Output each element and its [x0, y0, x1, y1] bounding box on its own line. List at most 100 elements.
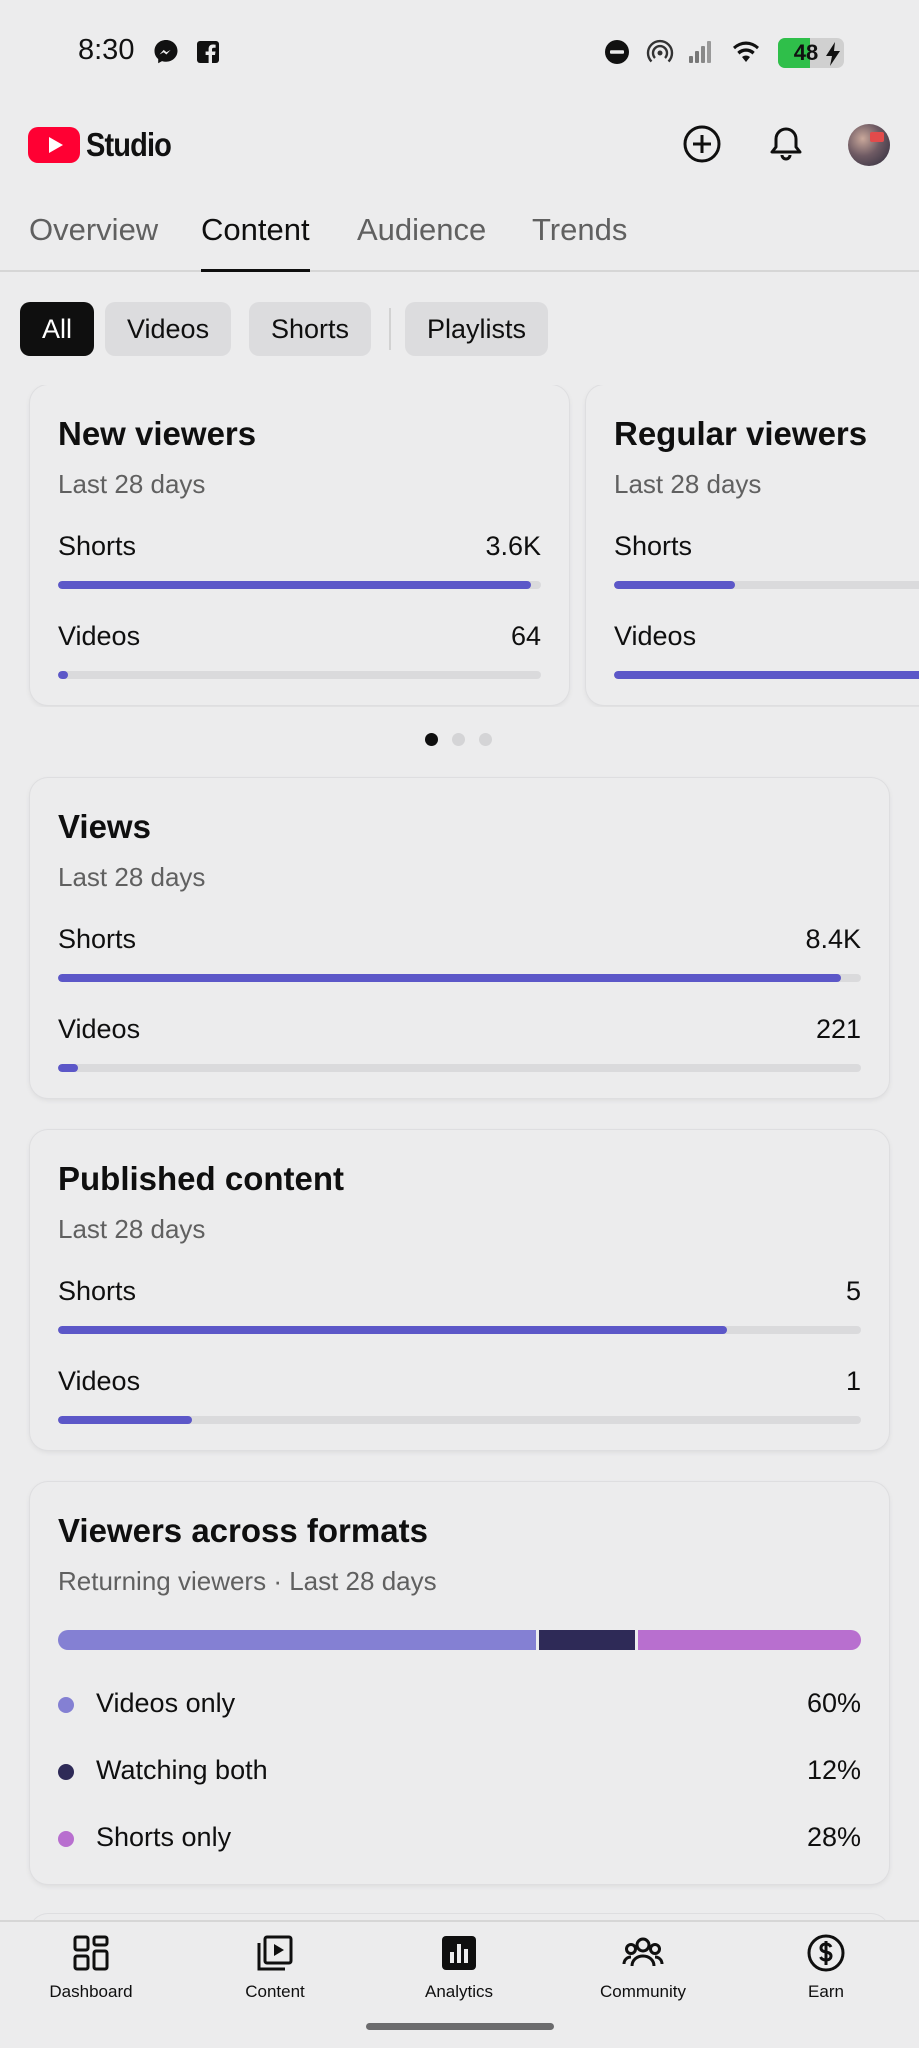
row-label-videos: Videos	[614, 621, 697, 651]
tab-content[interactable]: Content	[201, 212, 310, 272]
card-subtitle: Last 28 days	[58, 1214, 206, 1244]
row-value-shorts: 8.4K	[805, 924, 861, 954]
content-icon	[257, 1935, 293, 1971]
messenger-icon	[154, 40, 178, 64]
create-button[interactable]	[680, 122, 724, 166]
bell-icon	[770, 127, 802, 161]
card-subtitle: Last 28 days	[58, 862, 206, 892]
shorts-bar-fill	[58, 1326, 727, 1334]
videos-bar-fill	[58, 671, 68, 679]
chip-divider	[389, 308, 391, 350]
notifications-button[interactable]	[764, 122, 808, 166]
regular-viewers-card[interactable]: Regular viewers Last 28 days Shorts Vide…	[586, 385, 919, 705]
legend-label: Shorts only	[96, 1822, 232, 1852]
legend-value: 12%	[806, 1755, 861, 1785]
carousel-dot-3[interactable]	[479, 733, 492, 746]
chip-videos[interactable]: Videos	[105, 302, 232, 356]
segment-shorts-only	[637, 1630, 861, 1650]
nav-label: Content	[245, 1982, 305, 2001]
card-title: New viewers	[58, 415, 257, 452]
card-title: Published content	[58, 1160, 345, 1197]
chip-playlists[interactable]: Playlists	[405, 302, 549, 356]
legend-label: Videos only	[96, 1688, 236, 1718]
card-subtitle: Returning viewers · Last 28 days	[58, 1566, 437, 1596]
studio-logo[interactable]: Studio	[28, 126, 183, 164]
row-label-shorts: Shorts	[58, 531, 137, 561]
nav-label: Analytics	[424, 1982, 494, 2001]
format-split-bar	[58, 1630, 861, 1650]
legend-dot	[58, 1764, 74, 1780]
nav-label: Earn	[808, 1982, 844, 2001]
shorts-bar-track	[58, 581, 541, 589]
logo-text: Studio	[86, 126, 172, 163]
row-value-videos: 1	[845, 1366, 861, 1396]
row-label-videos: Videos	[58, 1366, 141, 1396]
signal-icon	[689, 41, 711, 63]
tab-trends[interactable]: Trends	[532, 212, 627, 270]
tab-overview[interactable]: Overview	[29, 212, 158, 270]
row-value-videos: 64	[510, 621, 541, 651]
tab-bar: Overview Content Audience Trends	[0, 200, 919, 272]
shorts-bar-track	[58, 1326, 861, 1334]
row-label-videos: Videos	[58, 621, 141, 651]
card-subtitle: Last 28 days	[614, 469, 762, 499]
community-icon	[622, 1937, 664, 1967]
nav-analytics[interactable]: Analytics	[384, 1932, 534, 2002]
hotspot-icon	[646, 39, 674, 63]
shorts-bar-fill	[58, 581, 532, 589]
videos-bar-fill	[614, 671, 919, 679]
published-content-card[interactable]: Published content Last 28 days Shorts 5 …	[30, 1130, 889, 1450]
videos-bar-fill	[58, 1064, 79, 1072]
legend-label: Watching both	[96, 1755, 268, 1785]
status-time: 8:30	[78, 34, 135, 66]
legend-row-watching-both: Watching both 12%	[58, 1751, 861, 1791]
shorts-bar-fill	[58, 974, 841, 982]
card-title: Views	[58, 808, 151, 845]
nav-community[interactable]: Community	[568, 1932, 718, 2002]
row-label-shorts: Shorts	[58, 1276, 137, 1306]
legend-row-videos-only: Videos only 60%	[58, 1684, 861, 1724]
row-value-videos: 221	[815, 1014, 861, 1044]
videos-bar-fill	[58, 1416, 193, 1424]
card-subtitle: Last 28 days	[58, 469, 206, 499]
legend-dot	[58, 1831, 74, 1847]
videos-bar-track	[58, 1064, 861, 1072]
videos-bar-track	[58, 1416, 861, 1424]
shorts-bar-fill	[614, 581, 735, 589]
card-title: Regular viewers	[614, 415, 868, 452]
row-label-shorts: Shorts	[58, 924, 137, 954]
viewers-carousel[interactable]: New viewers Last 28 days Shorts 3.6K Vid…	[0, 385, 919, 707]
viewers-across-formats-card[interactable]: Viewers across formats Returning viewers…	[30, 1482, 889, 1884]
videos-bar-track	[614, 671, 919, 679]
nav-content[interactable]: Content	[200, 1932, 350, 2002]
chip-all[interactable]: All	[20, 302, 95, 356]
create-icon	[683, 125, 721, 163]
nav-label: Dashboard	[49, 1982, 133, 2001]
row-value-shorts: 3.6K	[485, 531, 541, 561]
shorts-bar-track	[58, 974, 861, 982]
shorts-bar-track	[614, 581, 919, 589]
views-card[interactable]: Views Last 28 days Shorts 8.4K Videos 22…	[30, 778, 889, 1098]
segment-watching-both	[539, 1630, 635, 1650]
legend-dot	[58, 1697, 74, 1713]
charging-bolt-icon	[826, 42, 840, 66]
new-viewers-card[interactable]: New viewers Last 28 days Shorts 3.6K Vid…	[30, 385, 569, 705]
card-title: Viewers across formats	[58, 1512, 428, 1549]
nav-dashboard[interactable]: Dashboard	[16, 1932, 166, 2002]
app-header: Studio	[0, 104, 919, 184]
segment-videos-only	[58, 1630, 537, 1650]
carousel-dot-1[interactable]	[425, 733, 438, 746]
carousel-dot-2[interactable]	[452, 733, 465, 746]
wifi-icon	[733, 41, 759, 62]
home-indicator	[366, 2023, 554, 2030]
status-bar: 8:30 48	[0, 0, 919, 104]
chip-shorts[interactable]: Shorts	[249, 302, 372, 356]
legend-value: 60%	[806, 1688, 861, 1718]
facebook-icon	[197, 41, 219, 63]
tab-audience[interactable]: Audience	[357, 212, 486, 270]
nav-earn[interactable]: Earn	[751, 1932, 901, 2002]
avatar[interactable]	[848, 124, 890, 166]
analytics-icon	[442, 1936, 476, 1970]
do-not-disturb-icon	[605, 40, 629, 64]
videos-bar-track	[58, 671, 541, 679]
